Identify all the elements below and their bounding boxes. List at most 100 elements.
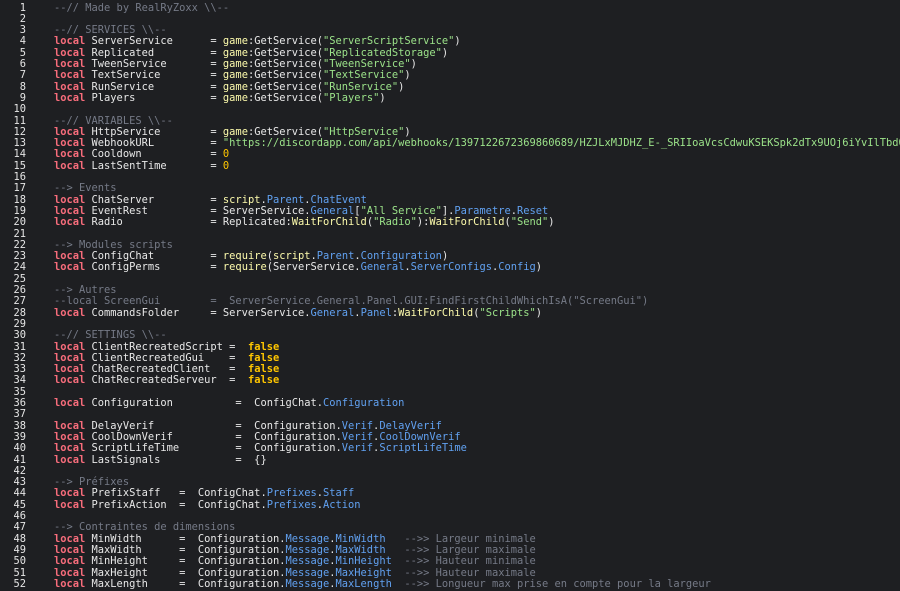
code-token: :GetService(	[247, 58, 324, 70]
code-token: LastSentTime =	[85, 159, 223, 172]
code-line[interactable]: 25	[0, 273, 900, 285]
code-token: MinWidth = Configuration.	[85, 532, 286, 545]
code-token: local	[54, 91, 86, 104]
line-number: 44	[13, 487, 26, 500]
code-token: WaitForChild	[398, 306, 474, 319]
code-token: script	[222, 193, 261, 206]
code-token: local	[54, 419, 86, 432]
code-token: Staff	[323, 487, 355, 500]
code-text: local LastSignals = {}	[54, 453, 267, 466]
code-token: ServerConfigs	[410, 261, 492, 274]
code-line[interactable]: 45 local PrefixAction = ConfigChat.Prefix…	[0, 499, 900, 511]
code-token: Verif	[341, 430, 374, 443]
code-line[interactable]: 36 local Configuration = ConfigChat.Confi…	[0, 397, 900, 409]
code-token: "ServerScriptService"	[323, 35, 455, 48]
code-token: local	[54, 555, 86, 568]
code-token: MaxHeight	[335, 566, 392, 579]
code-token: false	[247, 374, 280, 387]
code-token: false	[247, 363, 280, 376]
code-token: Cooldown =	[85, 148, 223, 161]
code-token: ClientRecreatedGui =	[85, 351, 248, 364]
code-token: 0	[222, 148, 230, 161]
code-token: --> Modules scripts	[54, 238, 173, 251]
code-token: local	[54, 58, 86, 70]
code-token: -->> Longueur max prise en compte pour l…	[404, 577, 711, 590]
code-token: )	[548, 216, 555, 229]
code-token: Parametre	[454, 204, 511, 217]
code-token: "All Service"	[360, 204, 442, 217]
code-token: LastSignals = {}	[85, 453, 267, 466]
code-line[interactable]: 52 local MaxLength = Configuration.Messag…	[0, 577, 900, 590]
code-line[interactable]: 41 local LastSignals = {}	[0, 453, 900, 466]
code-token: RunService =	[85, 80, 223, 93]
code-token: game	[222, 46, 248, 59]
code-token: )	[441, 46, 449, 59]
code-token: ScriptLifeTime = Configuration.	[85, 442, 342, 455]
code-token: "Scripts"	[479, 306, 536, 319]
code-line[interactable]: 34 local ChatRecreatedServeur = false	[0, 375, 900, 387]
code-token: CommandsFolder = ServerService.	[85, 306, 311, 319]
code-line[interactable]: 20 local Radio = Replicated:WaitForChild(…	[0, 216, 900, 228]
code-token: ].	[441, 204, 455, 217]
code-line[interactable]: 16	[0, 171, 900, 183]
code-text: local LastSentTime = 0	[54, 159, 229, 172]
line-number: 14	[13, 148, 26, 161]
code-line[interactable]: 1 --// Made by RealRyZoxx \\--	[0, 2, 900, 14]
code-token: Configuration = ConfigChat.	[85, 397, 323, 409]
code-token: General	[310, 306, 355, 319]
code-token: game	[222, 58, 248, 70]
code-token: local	[54, 577, 86, 590]
code-token: HttpService =	[85, 125, 223, 138]
code-token: )	[535, 261, 543, 274]
code-token: local	[54, 397, 86, 409]
code-line[interactable]: 42	[0, 465, 900, 477]
code-token: Reset	[516, 204, 549, 217]
line-number: 52	[13, 577, 26, 590]
code-token: Message	[285, 532, 330, 545]
code-token: MaxLength	[335, 577, 392, 590]
line-number: 10	[13, 103, 26, 116]
code-text: local Radio = Replicated:WaitForChild("R…	[54, 217, 555, 228]
code-token: CoolDownVerif	[379, 430, 461, 443]
code-token: Parent	[316, 250, 355, 263]
code-token: local	[54, 261, 86, 274]
code-token: "ReplicatedStorage"	[323, 46, 442, 59]
code-token: local	[54, 204, 86, 217]
code-token: local	[54, 80, 86, 93]
code-token: Configuration	[360, 250, 442, 263]
code-token: Players =	[85, 91, 223, 104]
code-token: local	[54, 125, 86, 138]
code-token: MaxLength = Configuration.	[85, 577, 286, 590]
code-token: local	[54, 453, 86, 466]
code-token: )	[379, 91, 386, 104]
code-line[interactable]: 24 local ConfigPerms = require(ServerServ…	[0, 261, 900, 274]
code-token: local	[54, 430, 86, 443]
code-text: local PrefixAction = ConfigChat.Prefixes…	[54, 499, 361, 511]
code-token: (ServerService.	[266, 261, 361, 274]
code-line[interactable]: 28 local CommandsFolder = ServerService.G…	[0, 306, 900, 319]
code-token: :GetService(	[247, 125, 324, 138]
code-editor[interactable]: 1 --// Made by RealRyZoxx \\-- 2 3 --// SERV…	[0, 0, 900, 591]
code-token: local	[54, 159, 86, 172]
code-token: )	[410, 58, 417, 70]
code-line[interactable]: 15 local LastSentTime = 0	[0, 159, 900, 172]
code-line[interactable]: 9 local Players = game:GetService("Player…	[0, 91, 900, 104]
code-token: )	[398, 80, 405, 93]
code-token: ChatEvent	[310, 193, 367, 206]
code-text: local ChatRecreatedServeur = false	[54, 375, 279, 386]
code-token: local	[54, 46, 86, 59]
code-token: local	[54, 363, 86, 376]
code-token: false	[247, 351, 280, 364]
code-token: --> Autres	[54, 284, 117, 296]
code-token: --local ScreenGui = ServerService.Genera…	[54, 295, 649, 308]
code-token: DelayVerif = Configuration.	[85, 419, 342, 432]
code-token: local	[54, 543, 86, 556]
code-token: -->> Largeur maximale	[404, 543, 536, 556]
code-token: game	[222, 91, 248, 104]
line-number: 7	[19, 69, 26, 82]
code-token: local	[54, 193, 86, 206]
